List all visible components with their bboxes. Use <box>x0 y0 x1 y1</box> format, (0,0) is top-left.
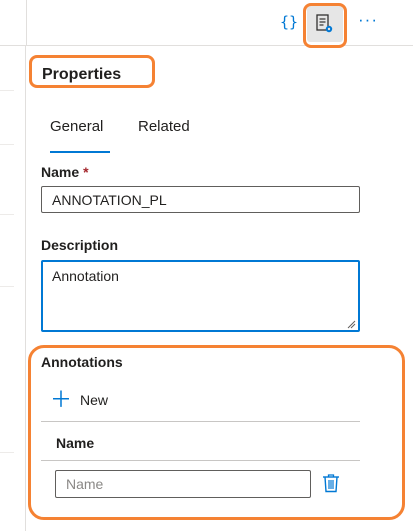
name-label-text: Name <box>41 164 80 180</box>
annotation-name-field[interactable] <box>55 470 311 498</box>
annotations-column-header: Name <box>56 435 95 451</box>
properties-icon <box>316 14 333 33</box>
name-field[interactable] <box>41 186 360 213</box>
left-pane-line <box>0 452 14 453</box>
description-field[interactable]: Annotation <box>41 260 360 332</box>
code-view-button[interactable]: {} <box>278 10 300 34</box>
tab-selected-indicator <box>50 151 110 153</box>
resize-grip-icon[interactable] <box>346 319 356 329</box>
toolbar-divider <box>26 0 27 46</box>
description-label: Description <box>41 237 119 253</box>
more-options-icon[interactable]: ··· <box>355 10 381 34</box>
left-pane-line <box>0 214 14 215</box>
left-pane <box>0 46 26 531</box>
annotations-divider <box>41 421 360 422</box>
left-pane-line <box>0 144 14 145</box>
properties-panel: Properties General Related Name* Descrip… <box>26 46 413 531</box>
annotations-label: Annotations <box>41 354 123 370</box>
panel-title: Properties <box>42 66 122 83</box>
top-toolbar: {} ··· <box>0 0 413 48</box>
properties-toggle-button[interactable] <box>307 6 343 42</box>
tab-general[interactable]: General <box>50 118 110 135</box>
left-pane-line <box>0 286 14 287</box>
tab-related[interactable]: Related <box>138 118 190 135</box>
required-marker: * <box>83 164 89 180</box>
annotations-header-divider <box>41 460 360 461</box>
plus-icon: ＋ <box>50 387 73 412</box>
new-annotation-button[interactable]: ＋ New <box>50 386 108 414</box>
new-label: New <box>80 392 109 408</box>
delete-icon[interactable] <box>322 473 340 493</box>
name-label: Name * <box>41 164 89 180</box>
left-pane-line <box>0 90 14 91</box>
